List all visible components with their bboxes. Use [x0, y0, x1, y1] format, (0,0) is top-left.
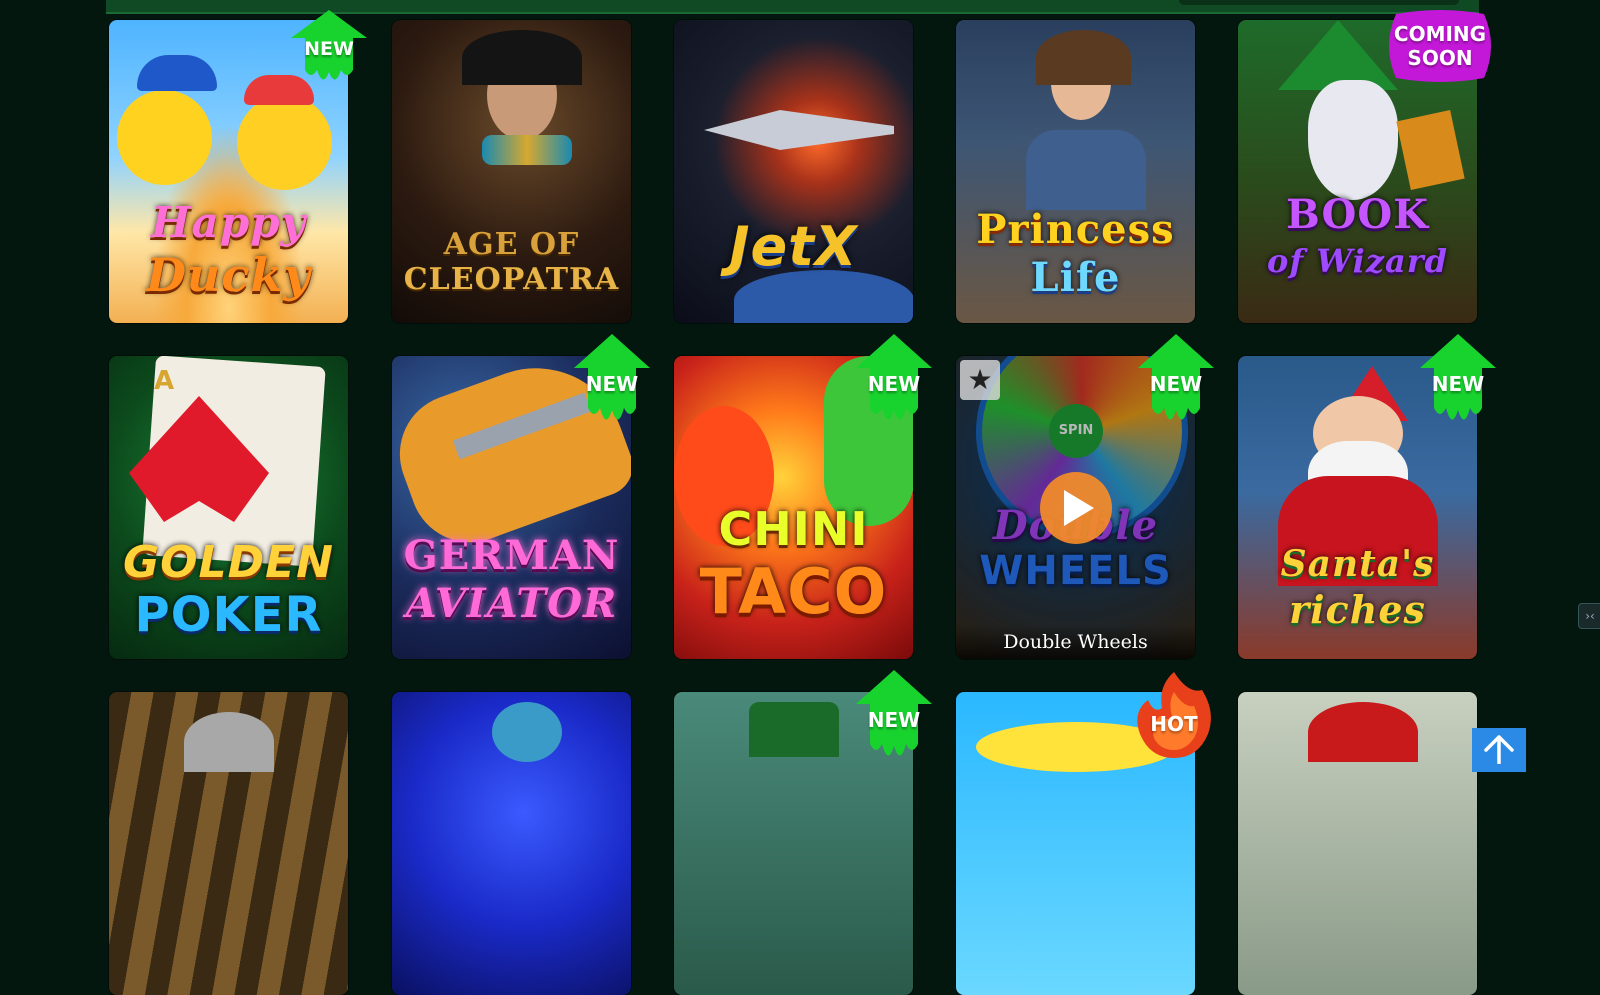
game-logo-line-1: GOLDEN	[123, 537, 334, 588]
card-rank-text: A	[154, 366, 175, 396]
character-shape	[976, 722, 1176, 772]
bird-head-shape	[492, 702, 562, 762]
game-art	[109, 692, 348, 995]
hair-shape	[462, 30, 582, 85]
game-logo-line-2: riches	[1289, 587, 1426, 632]
play-icon	[1063, 489, 1094, 526]
game-art	[956, 692, 1195, 995]
game-art	[392, 692, 631, 995]
game-art: GERMAN AVIATOR	[392, 356, 631, 659]
game-logo-line-2: Life	[1030, 254, 1121, 301]
game-logo-line-2: CLEOPATRA	[403, 262, 620, 297]
game-logo-line-1: Princess	[976, 206, 1175, 253]
book-shape	[1396, 110, 1465, 190]
game-art: Happy Ducky	[109, 20, 348, 323]
game-art: A GOLDEN POKER	[109, 356, 348, 659]
character-head-shape	[184, 712, 274, 772]
game-card-golden-poker[interactable]: A GOLDEN POKER	[109, 356, 348, 659]
game-art	[674, 692, 913, 995]
game-logo-line-2: POKER	[134, 587, 323, 643]
top-banner-strip	[106, 0, 1479, 14]
hair-shape	[1036, 30, 1131, 85]
game-card-santas-riches[interactable]: Santa's riches	[1238, 356, 1477, 659]
game-art: AGE OF CLEOPATRA	[392, 20, 631, 323]
game-logo-line-1: AGE OF	[443, 227, 580, 262]
game-art: JetX	[674, 20, 913, 323]
wizard-beard-shape	[1308, 80, 1398, 200]
game-card-chini-taco[interactable]: CHINI TACO	[674, 356, 913, 659]
jet-body-shape	[704, 110, 894, 150]
game-card-german-aviator[interactable]: GERMAN AVIATOR	[392, 356, 631, 659]
helmet-crest-shape	[1308, 702, 1418, 762]
game-card-row3-2[interactable]	[392, 692, 631, 995]
game-card-happy-ducky[interactable]: Happy Ducky	[109, 20, 348, 323]
red-cap-shape	[244, 75, 314, 105]
game-card-row3-1[interactable]	[109, 692, 348, 995]
blue-hat-shape	[137, 55, 217, 91]
game-logo-line-2: TACO	[699, 555, 888, 628]
plane-body-shape	[392, 356, 631, 560]
scroll-to-top-button[interactable]	[1472, 728, 1526, 772]
game-card-row3-3[interactable]	[674, 692, 913, 995]
game-card-double-wheels[interactable]: SPIN Double WHEELS ★ Double Wheels	[956, 356, 1195, 659]
game-card-book-of-wizard[interactable]: BOOK of Wizard	[1238, 20, 1477, 323]
game-card-princess-life[interactable]: Princess Life	[956, 20, 1195, 323]
pepper-character-shape	[824, 356, 913, 526]
leprechaun-hat-shape	[749, 702, 839, 757]
game-art: CHINI TACO	[674, 356, 913, 659]
game-art: BOOK of Wizard	[1238, 20, 1477, 323]
collar-shape	[482, 135, 572, 165]
star-icon[interactable]: ★	[960, 360, 1000, 400]
game-logo-line-1: Santa's	[1280, 543, 1435, 585]
game-art: Princess Life	[956, 20, 1195, 323]
game-art	[1238, 692, 1477, 995]
game-card-age-of-cleopatra[interactable]: AGE OF CLEOPATRA	[392, 20, 631, 323]
arrow-up-icon	[1484, 734, 1514, 765]
duck-right-shape	[237, 95, 332, 190]
duck-left-shape	[117, 90, 212, 185]
game-logo-line-1: JetX	[729, 215, 858, 278]
game-card-jetx[interactable]: JetX	[674, 20, 913, 323]
search-bar-edge[interactable]	[1179, 0, 1459, 5]
game-logo-line-2: AVIATOR	[405, 580, 618, 627]
game-logo-line-1: BOOK	[1285, 191, 1429, 238]
game-art: Santa's riches	[1238, 356, 1477, 659]
game-logo-line-2: of Wizard	[1267, 242, 1448, 280]
game-caption: Double Wheels	[956, 625, 1195, 659]
game-logo-line-1: Happy	[150, 198, 307, 247]
side-widget-handle[interactable]: ›‹	[1578, 603, 1600, 629]
play-button[interactable]	[1039, 471, 1112, 544]
dress-shape	[1026, 130, 1146, 210]
game-card-row3-5[interactable]	[1238, 692, 1477, 995]
game-logo-line-1: CHINI	[718, 502, 869, 556]
game-card-row3-4[interactable]	[956, 692, 1195, 995]
game-logo-line-2: Ducky	[146, 248, 311, 302]
game-logo-line-1: GERMAN	[403, 532, 620, 579]
